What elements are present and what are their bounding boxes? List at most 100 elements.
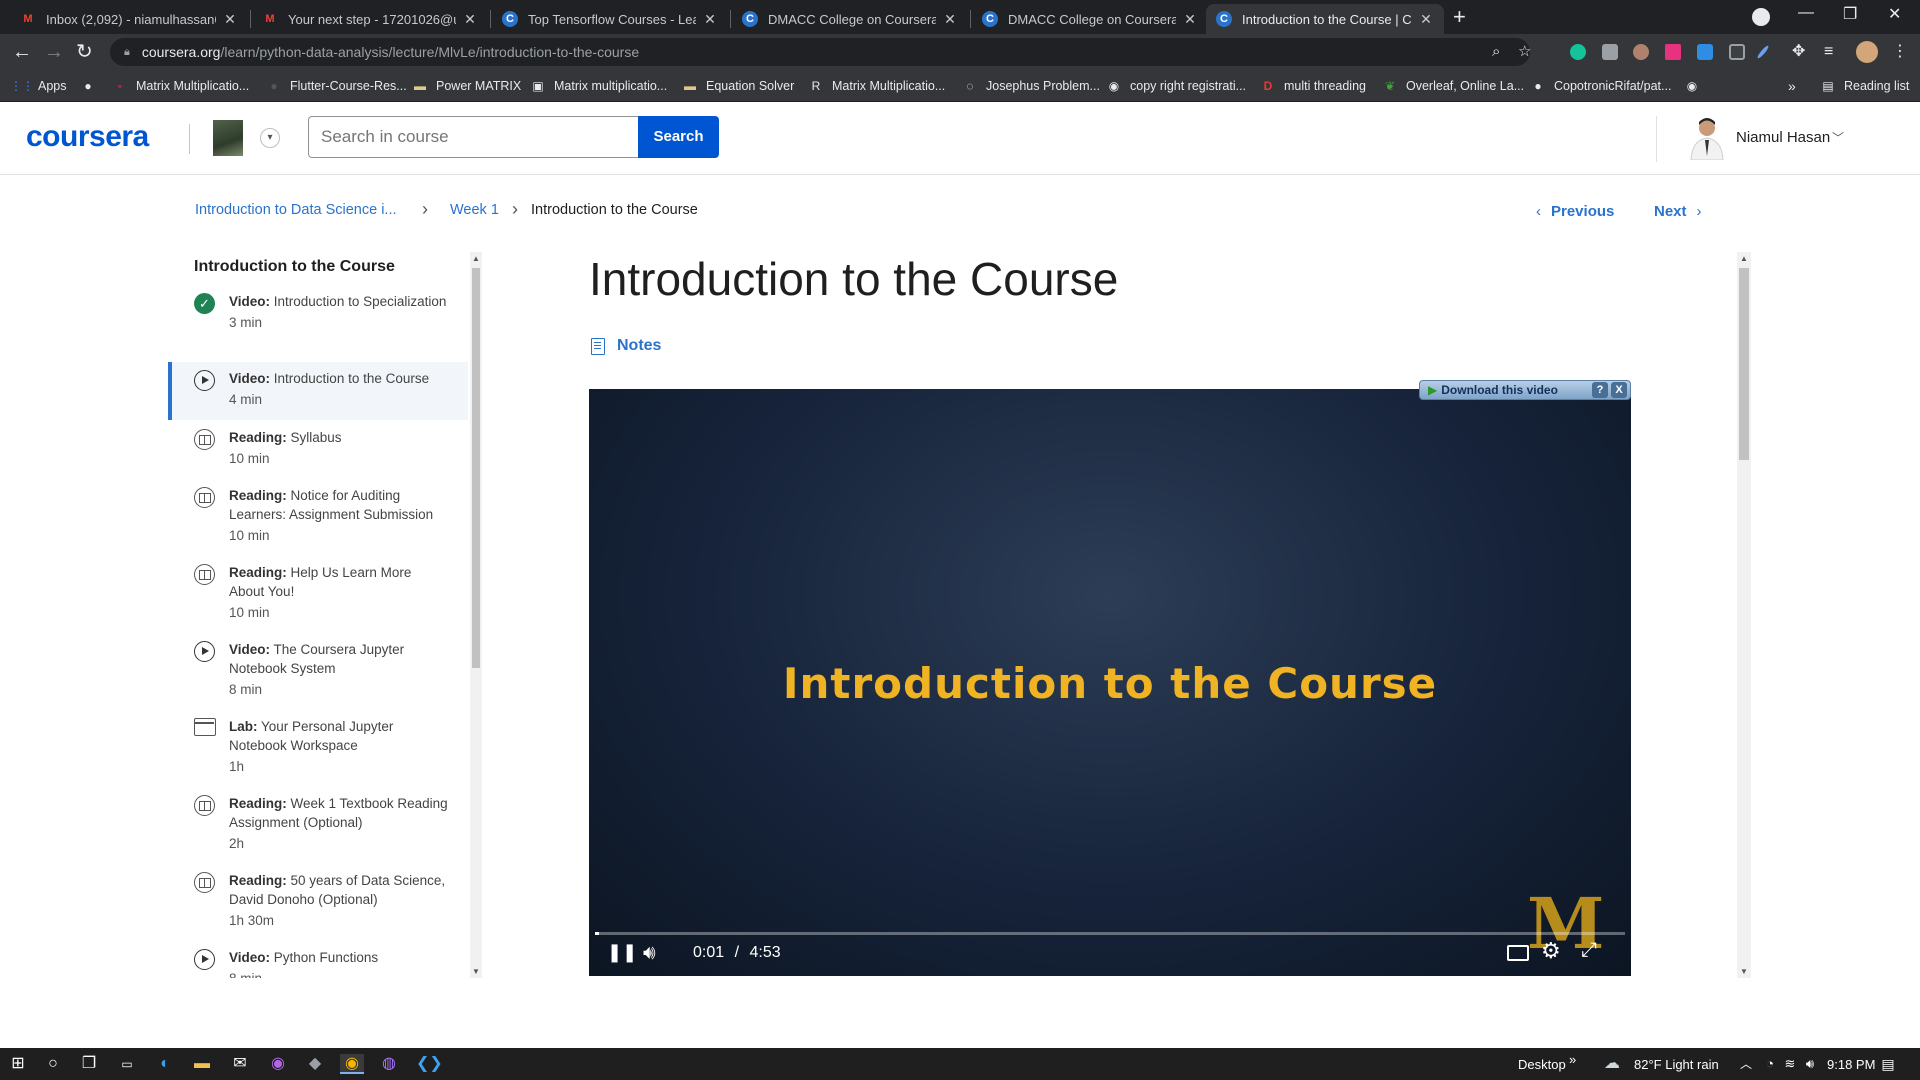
- chevron-down-icon[interactable]: ▾: [260, 128, 280, 148]
- captions-icon[interactable]: [1507, 945, 1529, 961]
- browser-tab[interactable]: C DMACC College on Coursera | Co ✕: [972, 4, 1208, 34]
- windows-start-icon[interactable]: ⊞: [8, 1054, 28, 1074]
- bookmark-star-icon[interactable]: ☆: [1518, 38, 1531, 66]
- close-icon[interactable]: ✕: [1182, 11, 1198, 28]
- wifi-icon[interactable]: ≋: [1780, 1054, 1800, 1074]
- clock[interactable]: 9:18 PM: [1827, 1057, 1875, 1072]
- close-icon[interactable]: X: [1611, 382, 1627, 398]
- sidebar-item[interactable]: Reading: Help Us Learn More About You! 1…: [168, 563, 468, 622]
- search-icon[interactable]: ○: [43, 1054, 63, 1074]
- desktop-toolbar-chevron[interactable]: »: [1569, 1052, 1576, 1067]
- volume-icon[interactable]: 🔊︎: [643, 942, 656, 965]
- help-icon[interactable]: ?: [1592, 382, 1608, 398]
- sidebar-item[interactable]: Reading: Notice for Auditing Learners: A…: [168, 486, 468, 545]
- scrollbar-thumb[interactable]: [1739, 268, 1749, 460]
- bookmark-item[interactable]: R Matrix Multiplicatio...: [808, 70, 946, 102]
- new-tab-icon[interactable]: +: [1453, 6, 1466, 28]
- messenger-icon[interactable]: ◉: [268, 1054, 288, 1074]
- chrome-taskbar-icon[interactable]: ◉: [340, 1054, 364, 1074]
- camera-extension-icon[interactable]: [1602, 44, 1618, 60]
- chevron-up-icon[interactable]: ︿: [1736, 1054, 1756, 1074]
- download-extension-icon[interactable]: [1697, 44, 1713, 60]
- course-thumbnail[interactable]: [213, 120, 243, 156]
- zoom-icon[interactable]: ⌕: [1492, 38, 1500, 66]
- minimize-icon[interactable]: —: [1798, 4, 1814, 22]
- weather-text[interactable]: 82°F Light rain: [1634, 1057, 1719, 1072]
- sidebar-scrollbar[interactable]: ▲ ▼: [470, 252, 482, 978]
- reading-queue-icon[interactable]: ≡: [1824, 40, 1833, 64]
- search-input[interactable]: [308, 116, 638, 158]
- more-bookmarks[interactable]: »: [1788, 70, 1796, 102]
- bookmark-item[interactable]: ● Flutter-Course-Res...: [266, 70, 406, 102]
- sidebar-item[interactable]: Video: Python Functions 8 min: [168, 948, 468, 978]
- pause-icon[interactable]: ❚❚: [607, 942, 637, 963]
- bookmark-item[interactable]: ▪ Matrix Multiplicatio...: [112, 70, 249, 102]
- bookmark-item[interactable]: ▬ Power MATRIX: [412, 70, 521, 102]
- bookmark-item[interactable]: ● CopotronicRifat/pat...: [1530, 70, 1671, 102]
- bookmark-item[interactable]: ●: [80, 70, 104, 102]
- task-view-icon[interactable]: ❐: [79, 1054, 99, 1074]
- bookmark-item[interactable]: ◌ Josephus Problem...: [962, 70, 1100, 102]
- browser-tab[interactable]: C Top Tensorflow Courses - Learn T ✕: [492, 4, 728, 34]
- settings-gear-icon[interactable]: ⚙: [1541, 938, 1561, 964]
- video-progress-bar[interactable]: [595, 932, 1625, 935]
- reading-list-button[interactable]: ▤ Reading list: [1820, 70, 1909, 102]
- sidebar-item[interactable]: Reading: Syllabus 10 min: [168, 428, 468, 468]
- sidebar-item-active[interactable]: Video: Introduction to the Course 4 min: [168, 362, 468, 420]
- sidebar-item[interactable]: Lab: Your Personal Jupyter Notebook Work…: [168, 717, 468, 776]
- close-icon[interactable]: ✕: [1418, 11, 1434, 28]
- sidebar-item[interactable]: Reading: 50 years of Data Science, David…: [168, 871, 468, 930]
- extension-icon[interactable]: [1665, 44, 1681, 60]
- bookmark-item[interactable]: D multi threading: [1260, 70, 1366, 102]
- extension-icon[interactable]: [1729, 44, 1745, 60]
- sidebar-item[interactable]: Reading: Week 1 Textbook Reading Assignm…: [168, 794, 468, 853]
- previous-button[interactable]: ‹ Previous: [1536, 203, 1614, 220]
- browser-tab[interactable]: C DMACC College on Coursera | Co ✕: [732, 4, 968, 34]
- github-desktop-icon[interactable]: ◍: [379, 1054, 399, 1074]
- network-icon[interactable]: ◔: [1760, 1054, 1780, 1074]
- grammarly-extension-icon[interactable]: [1570, 44, 1586, 60]
- scroll-up-icon[interactable]: ▲: [1737, 254, 1751, 263]
- bookmark-item[interactable]: ▣ Matrix multiplicatio...: [530, 70, 667, 102]
- browser-tab[interactable]: M Your next step - 17201026@uap- ✕: [252, 4, 488, 34]
- close-window-icon[interactable]: ✕: [1888, 4, 1901, 24]
- notes-button[interactable]: Notes: [591, 334, 661, 358]
- close-icon[interactable]: ✕: [702, 11, 718, 28]
- breadcrumb-course[interactable]: Introduction to Data Science i...: [195, 202, 397, 218]
- pen-extension-icon[interactable]: [1756, 44, 1770, 60]
- scroll-down-icon[interactable]: ▼: [1737, 967, 1751, 976]
- mail-icon[interactable]: ✉: [230, 1054, 250, 1074]
- breadcrumb-week[interactable]: Week 1: [450, 202, 499, 218]
- bookmark-item[interactable]: ◉: [1684, 70, 1708, 102]
- next-button[interactable]: Next ›: [1654, 203, 1702, 220]
- file-explorer-icon[interactable]: ▬: [192, 1054, 212, 1074]
- restore-icon[interactable]: ❐: [1843, 4, 1857, 24]
- back-icon[interactable]: ←: [12, 40, 32, 64]
- fullscreen-icon[interactable]: ⤢: [1581, 939, 1597, 962]
- sidebar-item[interactable]: ✓ Video: Introduction to Specialization …: [168, 292, 468, 332]
- close-icon[interactable]: ✕: [222, 11, 238, 28]
- profile-avatar[interactable]: [1856, 41, 1878, 63]
- close-icon[interactable]: ✕: [942, 11, 958, 28]
- edge-browser-icon[interactable]: ◐: [155, 1054, 175, 1074]
- close-icon[interactable]: ✕: [462, 11, 478, 28]
- video-player[interactable]: Introduction to the Course M ❚❚ 🔊︎ 0:01 …: [589, 389, 1631, 976]
- address-bar[interactable]: 🔒︎ coursera.org/learn/python-data-analys…: [110, 38, 1531, 66]
- main-scrollbar[interactable]: ▲ ▼: [1737, 252, 1751, 978]
- vscode-icon[interactable]: ❮❯: [416, 1054, 443, 1074]
- search-button[interactable]: Search: [638, 116, 719, 158]
- reload-icon[interactable]: ↻: [76, 40, 93, 64]
- app-icon[interactable]: ◆: [305, 1054, 325, 1074]
- coursera-logo[interactable]: coursera: [26, 120, 149, 154]
- sidebar-item[interactable]: Video: The Coursera Jupyter Notebook Sys…: [168, 640, 468, 699]
- browser-tab-active[interactable]: C Introduction to the Course | Cour ✕: [1206, 4, 1444, 34]
- download-video-button[interactable]: ▶ Download this video: [1420, 383, 1592, 397]
- bookmark-item[interactable]: ❦ Overleaf, Online La...: [1382, 70, 1524, 102]
- scrollbar-thumb[interactable]: [472, 268, 480, 668]
- user-avatar[interactable]: [1688, 116, 1726, 160]
- chrome-menu-icon[interactable]: ⋮: [1892, 40, 1908, 64]
- speaker-icon[interactable]: 🔊︎: [1800, 1054, 1820, 1074]
- browser-tab[interactable]: M Inbox (2,092) - niamulhassan64@ ✕: [10, 4, 248, 34]
- scroll-down-icon[interactable]: ▼: [470, 967, 482, 976]
- notifications-icon[interactable]: ▤: [1878, 1054, 1898, 1074]
